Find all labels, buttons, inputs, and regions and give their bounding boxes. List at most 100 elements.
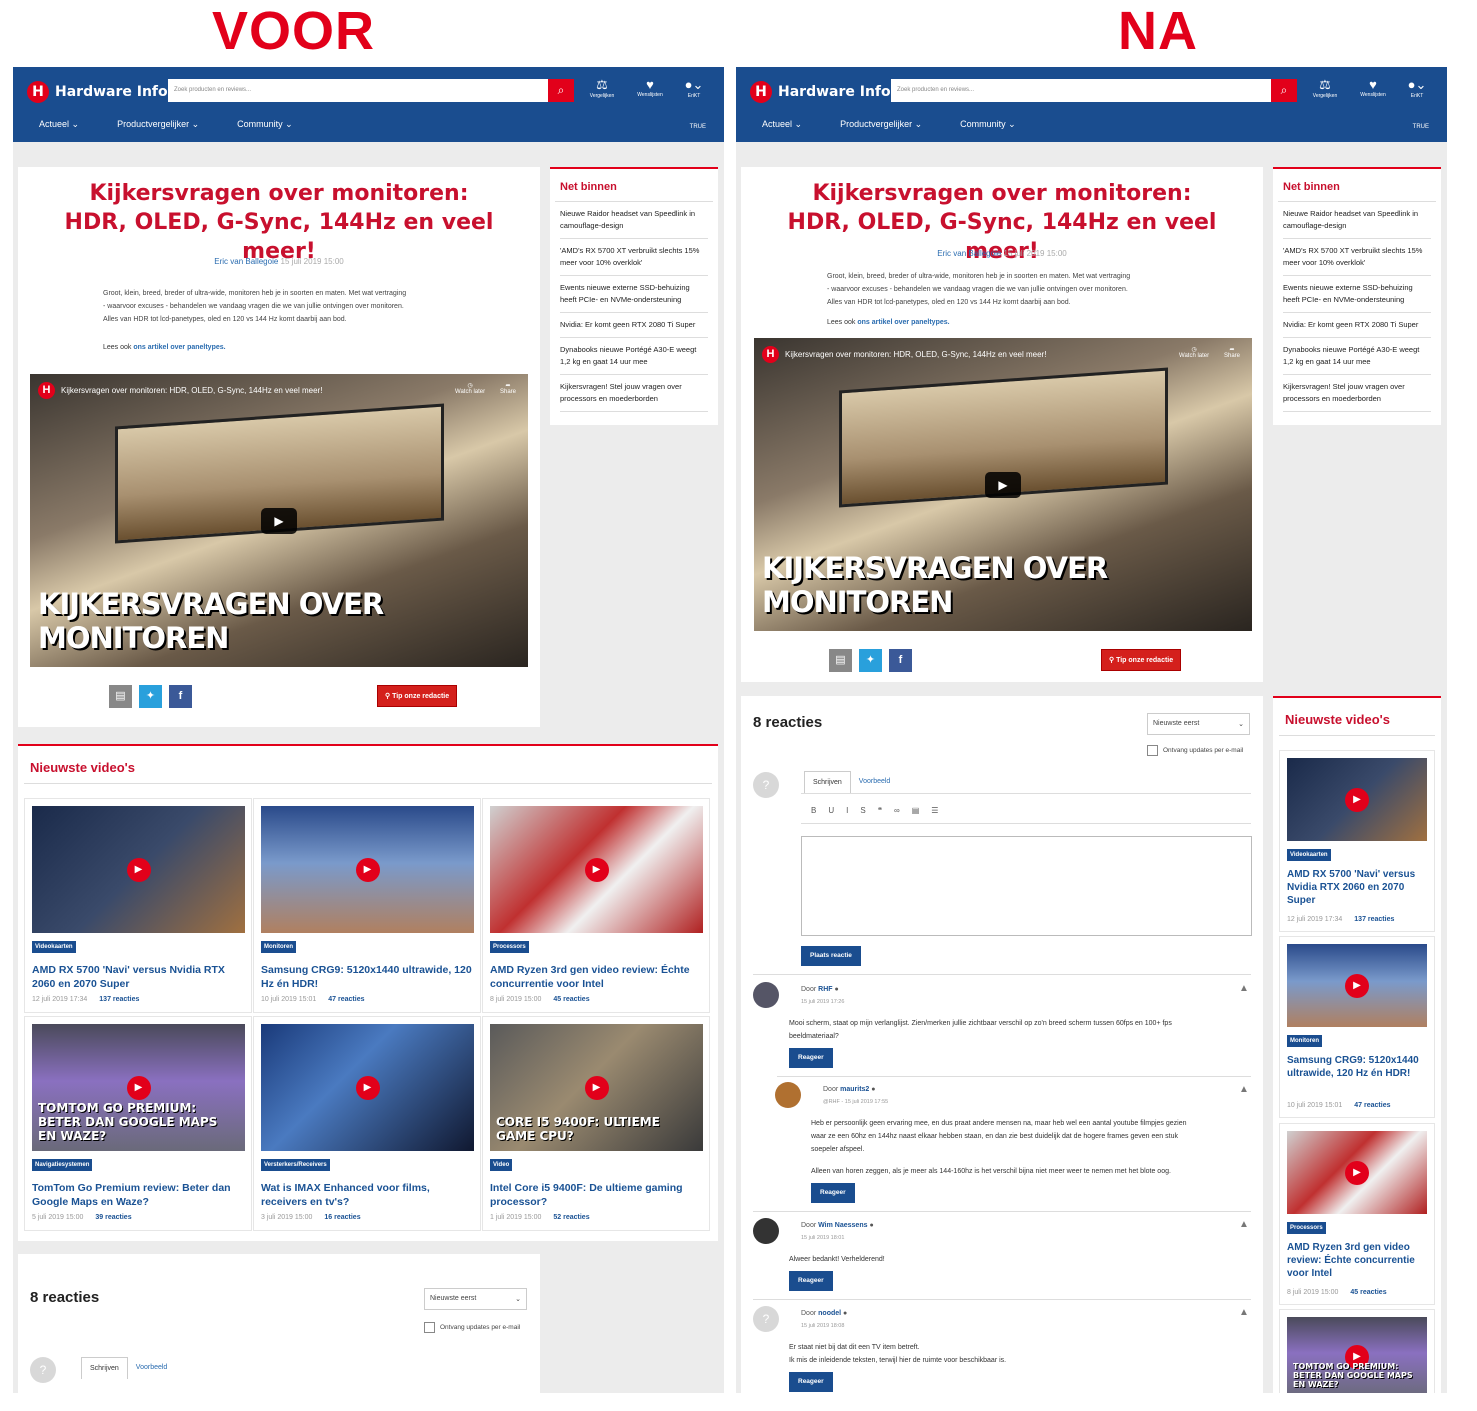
video-player[interactable]: H Kijkersvragen over monitoren: HDR, OLED… bbox=[30, 374, 528, 667]
underline-icon[interactable]: U bbox=[828, 806, 834, 815]
list-icon[interactable]: ☰ bbox=[931, 806, 938, 815]
compare-icon[interactable]: ⚖ Vergelijken bbox=[583, 77, 621, 99]
tab-schrijven[interactable]: Schrijven bbox=[804, 771, 851, 793]
tab-schrijven[interactable]: Schrijven bbox=[81, 1357, 128, 1379]
comment-textarea[interactable] bbox=[801, 836, 1252, 936]
twitter-icon[interactable]: ✦ bbox=[139, 685, 162, 708]
video-card[interactable]: ▶ Monitoren Samsung CRG9: 5120x1440 ultr… bbox=[253, 798, 481, 1013]
watch-later-icon[interactable]: ◷ Watch later bbox=[455, 382, 485, 395]
video-card[interactable]: ▶ Monitoren Samsung CRG9: 5120x1440 ultr… bbox=[1279, 936, 1435, 1118]
category-badge[interactable]: Monitoren bbox=[261, 941, 296, 953]
news-item[interactable]: Dynabooks nieuwe Portégé A30-E weegt 1,2… bbox=[560, 338, 708, 375]
comment-icon[interactable]: ▤ bbox=[829, 649, 852, 672]
nav-actueel[interactable]: Actueel ⌄ bbox=[762, 119, 802, 130]
news-item[interactable]: Nieuwe Raidor headset van Speedlink in c… bbox=[560, 202, 708, 239]
nav-actueel[interactable]: Actueel ⌄ bbox=[39, 119, 79, 130]
category-badge[interactable]: Versterkers/Receivers bbox=[261, 1159, 330, 1171]
report-icon[interactable]: ▲ bbox=[1239, 1219, 1249, 1230]
spoiler-icon[interactable]: ▤ bbox=[912, 806, 920, 815]
reply-button[interactable]: Reageer bbox=[789, 1048, 833, 1068]
facebook-icon[interactable]: f bbox=[889, 649, 912, 672]
category-badge[interactable]: Videokaarten bbox=[1287, 849, 1331, 861]
share-icon[interactable]: ➦ Share bbox=[500, 382, 516, 395]
site-logo[interactable]: H Hardware Info bbox=[750, 81, 891, 103]
updates-checkbox[interactable]: Ontvang updates per e-mail bbox=[424, 1322, 520, 1333]
user-icon[interactable]: ●⌄ EriKT bbox=[1398, 77, 1436, 99]
video-player[interactable]: H Kijkersvragen over monitoren: HDR, OLED… bbox=[754, 338, 1252, 631]
news-item[interactable]: Nvidia: Er komt geen RTX 2080 Ti Super bbox=[1283, 313, 1431, 338]
comment-icon[interactable]: ▤ bbox=[109, 685, 132, 708]
news-item[interactable]: Kijkersvragen! Stel jouw vragen over pro… bbox=[560, 375, 708, 412]
video-card[interactable]: ▶ Processors AMD Ryzen 3rd gen video rev… bbox=[482, 798, 710, 1013]
site-logo[interactable]: H Hardware Info bbox=[27, 81, 168, 103]
play-icon[interactable]: ▶ bbox=[261, 507, 297, 534]
news-item[interactable]: 'AMD's RX 5700 XT verbruikt slechts 15% … bbox=[1283, 239, 1431, 276]
author-link[interactable]: Eric van Ballegoie bbox=[214, 257, 278, 266]
strikethrough-icon[interactable]: S bbox=[860, 806, 865, 815]
nav-community[interactable]: Community ⌄ bbox=[237, 119, 293, 130]
video-card[interactable]: ▶ Videokaarten AMD RX 5700 'Navi' versus… bbox=[24, 798, 252, 1013]
video-card[interactable]: ▶ Versterkers/Receivers Wat is IMAX Enha… bbox=[253, 1016, 481, 1231]
updates-checkbox[interactable]: Ontvang updates per e-mail bbox=[1147, 745, 1243, 756]
comment-author[interactable]: maurits2 bbox=[840, 1086, 869, 1093]
italic-icon[interactable]: I bbox=[846, 806, 848, 815]
search-input[interactable]: Zoek producten en reviews... bbox=[891, 79, 1271, 102]
twitter-icon[interactable]: ✦ bbox=[859, 649, 882, 672]
news-item[interactable]: Ewents nieuwe externe SSD-behuizing heef… bbox=[1283, 276, 1431, 313]
video-card[interactable]: ▶ TOMTOM GO PREMIUM: BETER DAN GOOGLE MAP… bbox=[24, 1016, 252, 1231]
video-title[interactable]: Wat is IMAX Enhanced voor films, receive… bbox=[261, 1181, 475, 1209]
nav-productvergelijker[interactable]: Productvergelijker ⌄ bbox=[840, 119, 922, 130]
news-item[interactable]: Nvidia: Er komt geen RTX 2080 Ti Super bbox=[560, 313, 708, 338]
search-icon[interactable]: ⌕ bbox=[1271, 79, 1297, 102]
watch-later-icon[interactable]: ◷ Watch later bbox=[1179, 346, 1209, 359]
category-badge[interactable]: Videokaarten bbox=[32, 941, 76, 953]
category-badge[interactable]: Processors bbox=[490, 941, 529, 953]
tab-voorbeeld[interactable]: Voorbeeld bbox=[851, 771, 899, 793]
compare-icon[interactable]: ⚖ Vergelijken bbox=[1306, 77, 1344, 99]
video-title[interactable]: Samsung CRG9: 5120x1440 ultrawide, 120 H… bbox=[1287, 1054, 1432, 1080]
news-item[interactable]: Nieuwe Raidor headset van Speedlink in c… bbox=[1283, 202, 1431, 239]
video-title[interactable]: AMD RX 5700 'Navi' versus Nvidia RTX 206… bbox=[1287, 868, 1432, 907]
facebook-icon[interactable]: f bbox=[169, 685, 192, 708]
video-title[interactable]: AMD RX 5700 'Navi' versus Nvidia RTX 206… bbox=[32, 963, 246, 991]
report-icon[interactable]: ▲ bbox=[1239, 1307, 1249, 1318]
report-icon[interactable]: ▲ bbox=[1239, 983, 1249, 994]
reply-button[interactable]: Reageer bbox=[811, 1183, 855, 1203]
tab-voorbeeld[interactable]: Voorbeeld bbox=[128, 1357, 176, 1379]
video-card[interactable]: ▶ Videokaarten AMD RX 5700 'Navi' versus… bbox=[1279, 750, 1435, 932]
reply-button[interactable]: Reageer bbox=[789, 1271, 833, 1291]
lees-ook-link[interactable]: ons artikel over paneltypes. bbox=[133, 344, 225, 351]
heart-icon[interactable]: ♥ Wenslijsten bbox=[631, 77, 669, 98]
video-title[interactable]: AMD Ryzen 3rd gen video review: Échte co… bbox=[1287, 1241, 1432, 1280]
sort-select[interactable]: Nieuwste eerst ⌄ bbox=[1147, 713, 1250, 735]
author-link[interactable]: Eric van Ballegoie bbox=[937, 249, 1001, 258]
play-icon[interactable]: ▶ bbox=[985, 471, 1021, 498]
category-badge[interactable]: Navigatiesystemen bbox=[32, 1159, 93, 1171]
tip-redactie-button[interactable]: ⚲ Tip onze redactie bbox=[377, 685, 458, 707]
comment-author[interactable]: Wim Naessens bbox=[818, 1222, 867, 1229]
tip-redactie-button[interactable]: ⚲ Tip onze redactie bbox=[1101, 649, 1182, 671]
sort-select[interactable]: Nieuwste eerst ⌄ bbox=[424, 1288, 527, 1310]
bold-icon[interactable]: B bbox=[811, 806, 816, 815]
category-badge[interactable]: Monitoren bbox=[1287, 1035, 1322, 1047]
comment-author[interactable]: noodel bbox=[818, 1310, 841, 1317]
user-icon[interactable]: ●⌄ EriKT bbox=[675, 77, 713, 99]
category-badge[interactable]: Processors bbox=[1287, 1222, 1326, 1234]
video-title[interactable]: Intel Core i5 9400F: De ultieme gaming p… bbox=[490, 1181, 704, 1209]
link-icon[interactable]: ∞ bbox=[894, 806, 900, 815]
comment-author[interactable]: RHF bbox=[818, 986, 832, 993]
reply-button[interactable]: Reageer bbox=[789, 1372, 833, 1392]
news-item[interactable]: Kijkersvragen! Stel jouw vragen over pro… bbox=[1283, 375, 1431, 412]
video-title[interactable]: TomTom Go Premium review: Beter dan Goog… bbox=[32, 1181, 246, 1209]
category-badge[interactable]: Video bbox=[490, 1159, 513, 1171]
quote-icon[interactable]: ❝ bbox=[878, 806, 882, 815]
nav-productvergelijker[interactable]: Productvergelijker ⌄ bbox=[117, 119, 199, 130]
news-item[interactable]: 'AMD's RX 5700 XT verbruikt slechts 15% … bbox=[560, 239, 708, 276]
report-icon[interactable]: ▲ bbox=[1239, 1084, 1249, 1095]
share-icon[interactable]: ➦ Share bbox=[1224, 346, 1240, 359]
search-icon[interactable]: ⌕ bbox=[548, 79, 574, 102]
news-item[interactable]: Dynabooks nieuwe Portégé A30-E weegt 1,2… bbox=[1283, 338, 1431, 375]
lees-ook-link[interactable]: ons artikel over paneltypes. bbox=[857, 319, 949, 326]
video-card[interactable]: ▶ TOMTOM GO PREMIUM: BETER DAN GOOGLE MAP… bbox=[1279, 1309, 1435, 1393]
news-item[interactable]: Ewents nieuwe externe SSD-behuizing heef… bbox=[560, 276, 708, 313]
